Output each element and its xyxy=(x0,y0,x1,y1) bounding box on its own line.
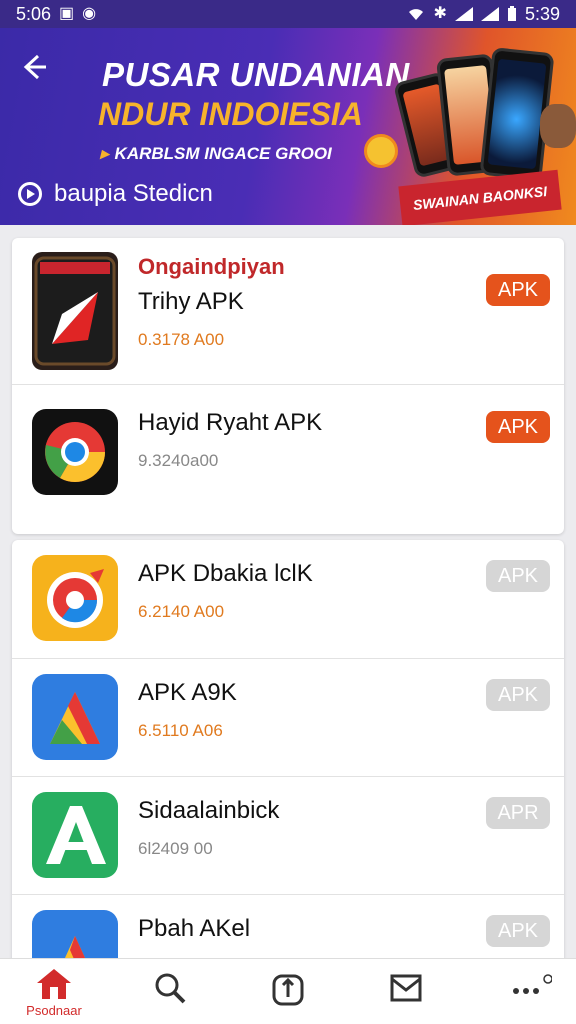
app-name: Pbah AKel xyxy=(138,915,251,942)
mail-icon xyxy=(390,974,422,1002)
mascot-icon xyxy=(364,134,398,168)
nav-more[interactable] xyxy=(500,959,560,1024)
app-size: 6l2409 00 xyxy=(138,839,213,858)
more-icon xyxy=(513,974,552,994)
status-time-right: 5:39 xyxy=(524,3,560,24)
banner-title: PUSAR UNDANIAN xyxy=(102,56,410,93)
signal-icon-2 xyxy=(480,7,499,21)
banner-ribbon: SWAINAN BAONKSI xyxy=(398,169,562,225)
apk-download-button[interactable]: APK xyxy=(486,560,550,592)
app-icon-a9k xyxy=(32,674,118,760)
app-name: Trihy APK xyxy=(138,288,244,315)
banner-subtitle: NDUR INDOIESIA xyxy=(98,96,363,132)
app-size: 0.3178 A00 xyxy=(138,330,225,349)
home-icon xyxy=(37,969,71,999)
wifi-icon xyxy=(408,9,423,20)
nav-search[interactable] xyxy=(140,959,200,1024)
battery-icon xyxy=(507,6,516,21)
app-name: Sidaalainbick xyxy=(138,797,280,824)
app-icon-hayid xyxy=(32,409,118,495)
app-card: APK Dbakia lclK 6.2140 A00 APK APK A9K 6… xyxy=(12,540,564,980)
promo-banner[interactable]: PUSAR UNDANIAN NDUR INDOIESIA ▸ KARBLSM I… xyxy=(0,28,576,225)
app-size: 9.3240a00 xyxy=(138,451,219,470)
nav-home[interactable]: Psodnaar xyxy=(14,959,94,1024)
app-row[interactable]: Ongaindpiyan Trihy APK 0.3178 A00 APK xyxy=(12,238,564,385)
app-row[interactable]: APK A9K 6.5110 A06 APK xyxy=(12,659,564,777)
banner-tagline-text: KARBLSM INGACE GROOI xyxy=(114,144,332,163)
app-row[interactable]: Sidaalainbick 6l2409 00 APR xyxy=(12,777,564,895)
app-name: APK Dbakia lclK xyxy=(138,560,313,587)
app-name: APK A9K xyxy=(138,679,237,706)
app-name: Hayid Ryaht APK xyxy=(138,409,323,436)
banner-tagline: ▸ KARBLSM INGACE GROOI xyxy=(100,144,332,163)
app-icon-trihy xyxy=(32,252,118,370)
play-icon xyxy=(18,182,42,206)
play-label: baupia Stedicn xyxy=(54,180,213,207)
back-arrow-icon[interactable] xyxy=(18,52,54,88)
app-row[interactable]: Hayid Ryaht APK 9.3240a00 APK xyxy=(12,385,564,534)
app-size: 6.2140 A00 xyxy=(138,602,225,621)
notification-icon: ◉ xyxy=(82,5,97,22)
apk-download-button[interactable]: APK xyxy=(486,915,550,947)
download-icon xyxy=(272,974,304,1006)
apk-download-button[interactable]: APK xyxy=(486,679,550,711)
status-bar: 5:06 ▣ ◉ ✱ 5:39 xyxy=(0,0,576,28)
bottom-navigation: Psodnaar xyxy=(0,958,576,1024)
nav-download[interactable] xyxy=(258,959,318,1024)
app-row[interactable]: APK Dbakia lclK 6.2140 A00 APK xyxy=(12,540,564,659)
signal-icon xyxy=(454,7,473,21)
app-category: Ongaindpiyan xyxy=(138,254,285,279)
apk-download-button[interactable]: APR xyxy=(486,797,550,829)
app-icon-dbakia xyxy=(32,555,118,641)
search-icon xyxy=(155,973,186,1004)
app-icon-sidaalain xyxy=(32,792,118,878)
bluetooth-icon: ✱ xyxy=(433,5,447,22)
character-icon xyxy=(540,104,576,148)
play-store-link[interactable]: baupia Stedicn xyxy=(18,180,213,208)
nav-inbox[interactable] xyxy=(376,959,436,1024)
apk-download-button[interactable]: APK xyxy=(486,411,550,443)
app-card: Ongaindpiyan Trihy APK 0.3178 A00 APK Ha… xyxy=(12,238,564,534)
gallery-icon: ▣ xyxy=(59,5,75,22)
nav-home-label: Psodnaar xyxy=(26,1003,82,1018)
apk-download-button[interactable]: APK xyxy=(486,274,550,306)
status-time-left: 5:06 xyxy=(16,3,52,24)
app-size: 6.5110 A06 xyxy=(138,721,223,740)
